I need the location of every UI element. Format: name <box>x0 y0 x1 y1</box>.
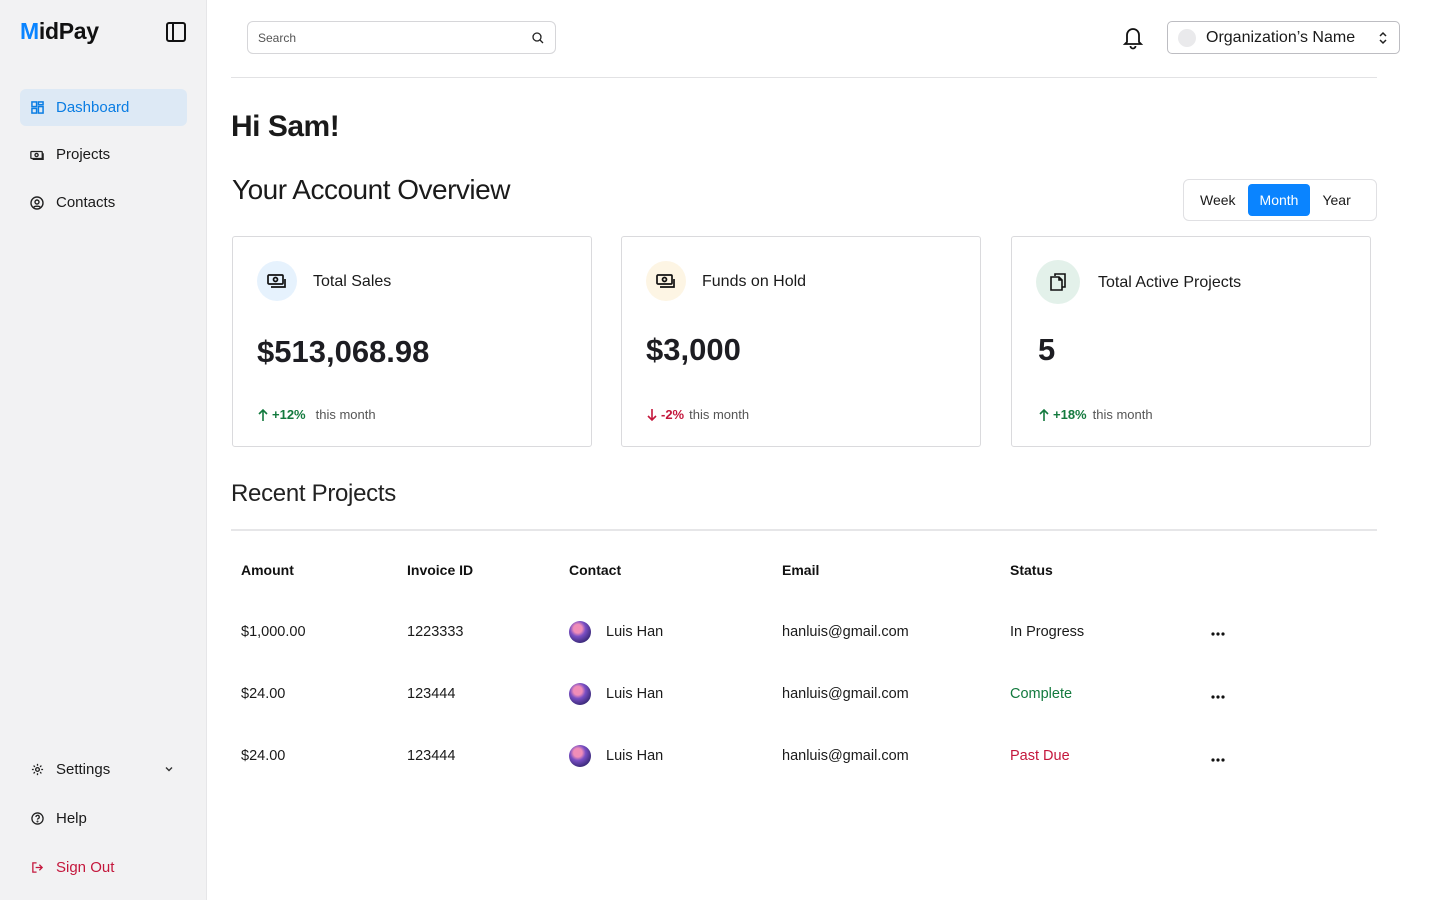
period-month-button[interactable]: Month <box>1247 184 1311 216</box>
more-options-icon[interactable] <box>1209 751 1227 769</box>
sidebar-item-label: Projects <box>56 146 111 163</box>
app-logo[interactable]: MidPay <box>20 18 99 45</box>
cell-email: hanluis@gmail.com <box>782 624 909 640</box>
cell-contact: Luis Han <box>606 686 664 702</box>
card-trend: +12% this month <box>257 407 376 422</box>
status-badge: Past Due <box>1010 748 1070 764</box>
copy-documents-icon <box>1036 260 1080 304</box>
sidebar-item-label: Settings <box>56 761 111 778</box>
cell-email: hanluis@gmail.com <box>782 686 909 702</box>
sign-out-icon <box>30 861 44 875</box>
sidebar: MidPay Dashboard Projects Contacts Setti… <box>0 0 207 900</box>
user-circle-icon <box>30 195 44 210</box>
table-row[interactable]: $24.00 123444 Luis Han hanluis@gmail.com… <box>231 683 1377 747</box>
sidebar-item-dashboard[interactable]: Dashboard <box>20 89 187 126</box>
table-row[interactable]: $1,000.00 1223333 Luis Han hanluis@gmail… <box>231 621 1377 685</box>
cell-invoice-id: 123444 <box>407 686 456 702</box>
cell-invoice-id: 123444 <box>407 748 456 764</box>
money-icon <box>257 261 297 301</box>
sidebar-item-sign-out[interactable]: Sign Out <box>20 849 187 886</box>
cell-email: hanluis@gmail.com <box>782 748 909 764</box>
cell-contact: Luis Han <box>606 624 664 640</box>
header-divider <box>231 77 1377 78</box>
sidebar-item-label: Dashboard <box>56 99 130 116</box>
question-circle-icon <box>30 812 44 826</box>
notification-bell-icon[interactable] <box>1120 24 1146 50</box>
avatar <box>569 745 591 767</box>
greeting-title: Hi Sam! <box>231 110 340 143</box>
table-header-contact: Contact <box>569 562 622 578</box>
search-bar[interactable] <box>247 21 556 54</box>
cell-contact: Luis Han <box>606 748 664 764</box>
trend-percent: -2% <box>661 407 685 422</box>
more-options-icon[interactable] <box>1209 688 1227 706</box>
trend-label: this month <box>315 407 376 422</box>
cell-amount: $1,000.00 <box>241 624 306 640</box>
search-icon[interactable] <box>531 31 545 45</box>
period-toggle: Week Month Year <box>1183 179 1377 221</box>
more-options-icon[interactable] <box>1209 625 1227 643</box>
table-row[interactable]: $24.00 123444 Luis Han hanluis@gmail.com… <box>231 745 1377 809</box>
chevron-up-down-icon <box>1379 31 1387 44</box>
search-input[interactable] <box>258 30 531 45</box>
overview-title: Your Account Overview <box>232 174 510 205</box>
funds-on-hold-card: Funds on Hold $3,000 -2% this month <box>621 236 981 447</box>
avatar <box>569 683 591 705</box>
trend-percent: +12% <box>272 407 306 422</box>
sidebar-toggle-icon[interactable] <box>164 20 188 44</box>
organization-avatar <box>1178 28 1196 47</box>
sidebar-item-projects[interactable]: Projects <box>20 136 187 173</box>
card-value: 5 <box>1038 332 1056 367</box>
sidebar-item-label: Contacts <box>56 194 116 211</box>
total-active-projects-card: Total Active Projects 5 +18% this month <box>1011 236 1371 447</box>
period-week-button[interactable]: Week <box>1188 184 1248 216</box>
trend-label: this month <box>689 407 750 422</box>
money-icon <box>30 148 44 162</box>
logo-text: idPay <box>38 18 99 44</box>
sidebar-item-label: Sign Out <box>56 859 115 876</box>
trend-percent: +18% <box>1053 407 1087 422</box>
logo-letter: M <box>20 18 39 44</box>
card-value: $3,000 <box>646 332 741 367</box>
sidebar-item-contacts[interactable]: Contacts <box>20 184 187 221</box>
organization-name: Organization’s Name <box>1206 28 1356 46</box>
sidebar-item-settings[interactable]: Settings <box>20 751 187 788</box>
cell-invoice-id: 1223333 <box>407 624 464 640</box>
table-header-email: Email <box>782 562 820 578</box>
trend-label: this month <box>1092 407 1153 422</box>
table-header-invoice-id: Invoice ID <box>407 562 474 578</box>
card-trend: +18% this month <box>1038 407 1153 422</box>
sidebar-item-label: Help <box>56 810 87 827</box>
status-badge: In Progress <box>1010 624 1085 640</box>
arrow-up-icon <box>1039 408 1049 421</box>
table-header-amount: Amount <box>241 562 294 578</box>
gear-icon <box>30 763 44 777</box>
dashboard-grid-icon <box>30 101 44 115</box>
card-title: Total Sales <box>313 273 392 290</box>
chevron-down-icon[interactable] <box>163 763 175 775</box>
organization-selector[interactable]: Organization’s Name <box>1167 21 1400 54</box>
card-title: Funds on Hold <box>702 273 807 290</box>
table-header-status: Status <box>1010 562 1053 578</box>
card-value: $513,068.98 <box>257 334 430 369</box>
status-badge: Complete <box>1010 686 1073 702</box>
cell-amount: $24.00 <box>241 748 286 764</box>
sidebar-item-help[interactable]: Help <box>20 800 187 837</box>
avatar <box>569 621 591 643</box>
card-title: Total Active Projects <box>1098 274 1242 291</box>
arrow-up-icon <box>258 408 268 421</box>
section-divider <box>231 529 1377 531</box>
card-trend: -2% this month <box>646 407 749 422</box>
period-year-button[interactable]: Year <box>1310 184 1362 216</box>
total-sales-card: Total Sales $513,068.98 +12% this month <box>232 236 592 447</box>
money-icon <box>646 261 686 301</box>
cell-amount: $24.00 <box>241 686 286 702</box>
arrow-down-icon <box>647 408 657 421</box>
recent-projects-title: Recent Projects <box>231 480 396 507</box>
